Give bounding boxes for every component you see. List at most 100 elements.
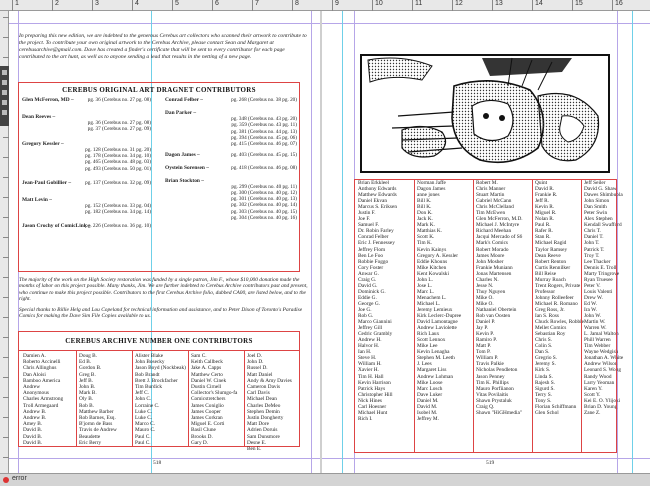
ruler-tick-label: 1 — [15, 0, 19, 7]
page-reference: pg. 128 (Cerebus no. 31 pg. 20) — [85, 146, 151, 153]
ruler-tick: 12 — [452, 0, 463, 11]
contributor-name: Jason Boyd (Nockbeak) — [135, 365, 186, 372]
margin-guide — [9, 458, 320, 459]
closing-paragraph: The majority of the work on the High Soc… — [19, 277, 308, 303]
comic-panel-image[interactable] — [360, 54, 610, 173]
thanks-paragraph: Special thanks to Billie Helg and Lou Co… — [19, 307, 303, 320]
page-reference: pg. 182 (Cerebus no. 34 pg. 14) — [85, 209, 151, 216]
page-reference: pg. 268 (Cerebus no. 38 pg. 20) — [231, 97, 297, 103]
tool-icon[interactable] — [2, 100, 7, 105]
page-reference: pg. 381 (Cerebus no. 44 pg. 13) — [231, 128, 297, 135]
archive-column: Damien A. Roberto Accinelli Chris Allinghu… — [23, 353, 63, 446]
page-reference: pg. 178 (Cerebus no. 34 pg. 10) — [85, 152, 151, 159]
column-divider — [188, 351, 189, 446]
dragnet-frame[interactable]: CEREBUS ORIGINAL ART DRAGNET CONTRIBUTOR… — [18, 82, 300, 272]
right-page[interactable]: Brian Erkkleel Anthony Edwards Matthew Edw… — [322, 11, 650, 473]
page-reference: pg. 465 (Cerebus no. 48 pg. 03) — [85, 159, 151, 166]
tool-icon[interactable] — [2, 110, 7, 115]
ruler-tick: 8 — [292, 0, 299, 11]
ruler-tick: 16 — [612, 0, 623, 11]
page-number: 518 — [153, 460, 162, 466]
page-reference: pg. 303 (Cerebus no. 40 pg. 15) — [231, 208, 297, 215]
tools-panel[interactable] — [0, 66, 9, 126]
ruler-tick: 3 — [92, 0, 99, 11]
contributor-name: David B. — [23, 439, 43, 446]
contributor-name: Charles Armstrong — [23, 396, 64, 403]
ruler-tick-label: 13 — [495, 0, 503, 7]
ruler-tick: 2 — [52, 0, 59, 11]
archive-heading: CEREBUS ARCHIVE NUMBER ONE CONTRIBUTORS — [65, 337, 253, 345]
page-reference: pg. 137 (Cerebus no. 32 pg. 09) — [85, 179, 151, 186]
ruler-tick-label: 12 — [455, 0, 463, 7]
ruler-tick: 14 — [532, 0, 543, 11]
left-page[interactable]: In preparing this new edition, we are in… — [9, 11, 320, 473]
error-status-icon — [3, 477, 9, 483]
ruler-tick-label: 8 — [295, 0, 299, 7]
contributor-name: Eric Berry — [79, 439, 102, 446]
archive-column: Joel D. John D. Russel D. Matt Daniel Andy &… — [247, 353, 292, 452]
page-reference: pg. 302 (Cerebus no. 40 pg. 14) — [231, 202, 297, 209]
status-bar: error — [0, 473, 650, 486]
ruler-tick-label: 16 — [615, 0, 623, 7]
ruler-tick: 7 — [252, 0, 259, 11]
archive-list-frame[interactable]: Damien A. Roberto Accinelli Chris Allinghu… — [18, 351, 300, 452]
ruler-tick-label: 9 — [335, 0, 339, 7]
contributor-name: Matt Levin – — [22, 196, 52, 203]
ruler-tick-label: 5 — [175, 0, 179, 7]
tool-icon[interactable] — [2, 70, 7, 75]
ruler-tick-label: 14 — [535, 0, 543, 7]
ruler-tick: 6 — [212, 0, 219, 11]
page-reference: pg. 37 (Cerebus no. 27 pg. 09) — [87, 126, 151, 133]
contributor-name: Gary D. — [191, 439, 209, 446]
margin-guide — [322, 458, 650, 459]
ruler-tick: 1 — [12, 0, 19, 11]
ruler-tick-label: 10 — [375, 0, 383, 7]
column-divider — [244, 351, 245, 446]
ruler-tick: 4 — [132, 0, 139, 11]
tool-icon[interactable] — [2, 90, 7, 95]
page-reference: pg. 299 (Cerebus no. 40 pg. 11) — [231, 183, 297, 190]
ruler-tick-label: 7 — [255, 0, 259, 7]
archive-column: Sam C. Keith Callbeck Jake A. Capps Matthew… — [191, 353, 237, 446]
archive-heading-frame[interactable]: CEREBUS ARCHIVE NUMBER ONE CONTRIBUTORS — [18, 331, 300, 351]
ruler-tick: 13 — [492, 0, 503, 11]
dragnet-heading: CEREBUS ORIGINAL ART DRAGNET CONTRIBUTOR… — [62, 86, 256, 94]
margin-guide — [9, 23, 320, 24]
page-reference: pg. 359 (Cerebus no. 43 pg. 11) — [231, 122, 297, 129]
margin-guide — [322, 23, 650, 24]
page-number: 519 — [486, 460, 495, 466]
contributor-name: Troll Armegaard — [23, 402, 59, 409]
ruler-tick: 5 — [172, 0, 179, 11]
page-reference: pg. 415 (Cerebus no. 46 pg. 07) — [231, 141, 297, 148]
archive-column: Doug B. Ed B. Gordon B. Greg B. Jeff B. John … — [79, 353, 117, 446]
intro-paragraph: In preparing this new edition, we are in… — [19, 33, 307, 60]
ruler-tick-label: 3 — [95, 0, 99, 7]
page-reference: pg. 304 (Cerebus no. 40 pg. 16) — [231, 215, 297, 221]
contributor-name: Ben E. — [247, 446, 262, 453]
column-guide — [342, 11, 343, 473]
page-reference: pg. 493 (Cerebus no. 50 pg. 01) — [85, 165, 151, 172]
horizontal-ruler[interactable]: 1 2 3 4 5 6 7 8 9 10 11 12 13 14 15 16 — [0, 0, 650, 11]
archive-column: Alister Blake John Bosecky Jason Boyd (Noc… — [135, 353, 186, 446]
tool-icon[interactable] — [2, 80, 7, 85]
ruler-tick-label: 6 — [215, 0, 219, 7]
page-reference: pg. 300 (Cerebus no. 40 pg. 12) — [231, 189, 297, 196]
page-reference: pg. 394 (Cerebus no. 45 pg. 06) — [231, 134, 297, 141]
page-reference: pg. 36 (Cerebus no. 27 pg. 08) — [87, 97, 151, 103]
ruler-tick: 9 — [332, 0, 339, 11]
ruler-tick-label: 15 — [575, 0, 583, 7]
ruler-tick: 15 — [572, 0, 583, 11]
page-reference: pg. 403 (Cerebus no. 45 pg. 15) — [231, 151, 297, 158]
contributor-name: Travis de Andrew — [79, 427, 117, 434]
ruler-tick: 10 — [372, 0, 383, 11]
ruler-tick-label: 2 — [55, 0, 59, 7]
ruler-tick: 11 — [412, 0, 422, 11]
page-reference: pg. 226 (Cerebus no. 36 pg. 10) — [85, 223, 151, 230]
contributor-name: Paul C. — [135, 439, 151, 446]
column-divider — [132, 351, 133, 446]
margin-guide — [311, 11, 312, 473]
comic-art-illustration — [362, 56, 608, 171]
page-reference: pg. 152 (Cerebus no. 33 pg. 04) — [85, 202, 151, 209]
preflight-status[interactable]: error — [12, 475, 27, 482]
contributors-frame[interactable] — [354, 179, 617, 453]
